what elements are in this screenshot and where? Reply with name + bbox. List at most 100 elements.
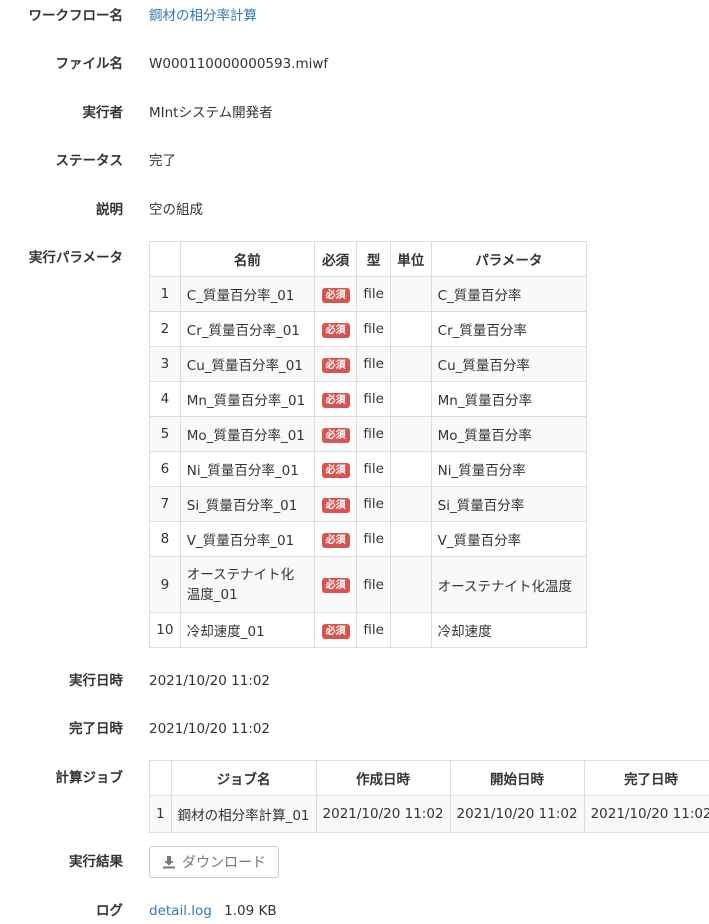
row-no: 6 xyxy=(149,451,181,487)
row-type: file xyxy=(356,521,391,557)
row-name: V_質量百分率_01 xyxy=(179,521,315,557)
row-name-line1: オーステナイト化 xyxy=(186,566,295,583)
row-required: 必須 xyxy=(313,311,358,347)
row-required: 必須 xyxy=(313,486,358,522)
job-created: 2021/10/20 11:02 xyxy=(315,795,451,833)
row-required: 必須 xyxy=(313,612,358,648)
row-unit xyxy=(389,521,432,557)
row-type: file xyxy=(356,612,391,648)
params-header-row: 名前 必須 型 単位 パラメータ xyxy=(149,241,588,277)
row-required: 必須 xyxy=(313,381,358,417)
row-required: 必須 xyxy=(313,276,358,312)
result-label: 実行結果 xyxy=(69,854,123,870)
row-no: 5 xyxy=(149,416,181,452)
row-unit xyxy=(389,612,432,648)
workflow-name-link[interactable]: 鋼材の相分率計算 xyxy=(149,8,257,24)
row-param: Cr_質量百分率 xyxy=(430,311,588,347)
required-badge: 必須 xyxy=(321,427,350,443)
row-unit xyxy=(389,556,432,613)
required-badge: 必須 xyxy=(321,287,350,303)
row-param: V_質量百分率 xyxy=(430,521,588,557)
table-row: 4 Mn_質量百分率_01 必須 file Mn_質量百分率 xyxy=(149,381,588,417)
row-no: 3 xyxy=(149,346,181,382)
jobs-header-finished: 完了日時 xyxy=(583,760,709,796)
jobs-header-row: ジョブ名 作成日時 開始日時 完了日時 xyxy=(149,760,709,796)
row-name: Mo_質量百分率_01 xyxy=(179,416,315,452)
row-unit xyxy=(389,381,432,417)
params-header-no xyxy=(149,241,181,277)
row-name-line2: 温度_01 xyxy=(186,586,238,603)
required-badge: 必須 xyxy=(321,392,350,408)
params-header-type: 型 xyxy=(356,241,391,277)
params-header-unit: 単位 xyxy=(389,241,432,277)
row-type: file xyxy=(356,381,391,417)
executor-value: MIntシステム開発者 xyxy=(149,105,273,121)
table-row: 7 Si_質量百分率_01 必須 file Si_質量百分率 xyxy=(149,486,588,522)
row-type: file xyxy=(356,556,391,613)
params-label: 実行パラメータ xyxy=(28,250,123,266)
description-label: 説明 xyxy=(96,202,123,218)
required-badge: 必須 xyxy=(321,497,350,513)
table-row: 2 Cr_質量百分率_01 必須 file Cr_質量百分率 xyxy=(149,311,588,347)
jobs-header-no xyxy=(149,760,172,796)
description-value: 空の組成 xyxy=(149,202,203,218)
row-unit xyxy=(389,276,432,312)
row-no: 10 xyxy=(149,612,181,648)
log-label: ログ xyxy=(96,903,123,919)
jobs-header-created: 作成日時 xyxy=(315,760,451,796)
job-started: 2021/10/20 11:02 xyxy=(449,795,585,833)
jobs-header-started: 開始日時 xyxy=(449,760,585,796)
required-badge: 必須 xyxy=(321,532,350,548)
log-file-link[interactable]: detail.log xyxy=(149,903,212,919)
row-required: 必須 xyxy=(313,451,358,487)
status-label: ステータス xyxy=(55,153,124,169)
download-label: ダウンロード xyxy=(182,855,266,871)
table-row: 5 Mo_質量百分率_01 必須 file Mo_質量百分率 xyxy=(149,416,588,452)
row-no: 2 xyxy=(149,311,181,347)
params-header-required: 必須 xyxy=(313,241,358,277)
download-button[interactable]: ダウンロード xyxy=(149,846,279,878)
job-name[interactable]: 鋼材の相分率計算_01 xyxy=(170,795,317,833)
row-type: file xyxy=(356,276,391,312)
workflow-name-label: ワークフロー名 xyxy=(28,8,124,24)
row-type: file xyxy=(356,311,391,347)
required-badge: 必須 xyxy=(321,578,350,593)
row-no: 1 xyxy=(149,276,181,312)
log-file-size: 1.09 KB xyxy=(224,903,277,919)
row-no: 9 xyxy=(149,556,181,613)
row-type: file xyxy=(356,416,391,452)
row-param: Mn_質量百分率 xyxy=(430,381,588,417)
row-unit xyxy=(389,346,432,382)
log-value: detail.log 1.09 KB xyxy=(149,901,277,921)
row-param: 冷却速度 xyxy=(430,612,588,648)
row-name: Cr_質量百分率_01 xyxy=(179,311,315,347)
row-param: Si_質量百分率 xyxy=(430,486,588,522)
table-row: 8 V_質量百分率_01 必須 file V_質量百分率 xyxy=(149,521,588,557)
row-param: Ni_質量百分率 xyxy=(430,451,588,487)
exec-date-label: 実行日時 xyxy=(69,673,123,689)
row-unit xyxy=(389,311,432,347)
row-param: オーステナイト化温度 xyxy=(430,556,588,613)
done-date-value: 2021/10/20 11:02 xyxy=(149,721,271,737)
row-type: file xyxy=(356,486,391,522)
row-param: Cu_質量百分率 xyxy=(430,346,588,382)
table-row: 10 冷却速度_01 必須 file 冷却速度 xyxy=(149,612,588,648)
row-name: C_質量百分率_01 xyxy=(179,276,315,312)
workflow-name-value[interactable]: 鋼材の相分率計算 xyxy=(149,6,257,26)
row-type: file xyxy=(356,346,391,382)
row-no: 8 xyxy=(149,521,181,557)
required-badge: 必須 xyxy=(321,322,350,338)
row-type: file xyxy=(356,451,391,487)
table-row: 9 オーステナイト化 温度_01 必須 file オーステナイト化温度 xyxy=(149,556,588,613)
table-row: 1 C_質量百分率_01 必須 file C_質量百分率 xyxy=(149,276,588,312)
table-row[interactable]: 1 鋼材の相分率計算_01 2021/10/20 11:02 2021/10/2… xyxy=(149,795,709,833)
required-badge: 必須 xyxy=(321,357,350,373)
row-name: Cu_質量百分率_01 xyxy=(179,346,315,382)
required-badge: 必須 xyxy=(321,623,350,639)
jobs-header-name: ジョブ名 xyxy=(170,760,317,796)
job-no: 1 xyxy=(149,795,172,833)
executor-label: 実行者 xyxy=(82,105,124,121)
row-required: 必須 xyxy=(313,556,358,613)
exec-date-value: 2021/10/20 11:02 xyxy=(149,673,271,689)
row-no: 7 xyxy=(149,486,181,522)
